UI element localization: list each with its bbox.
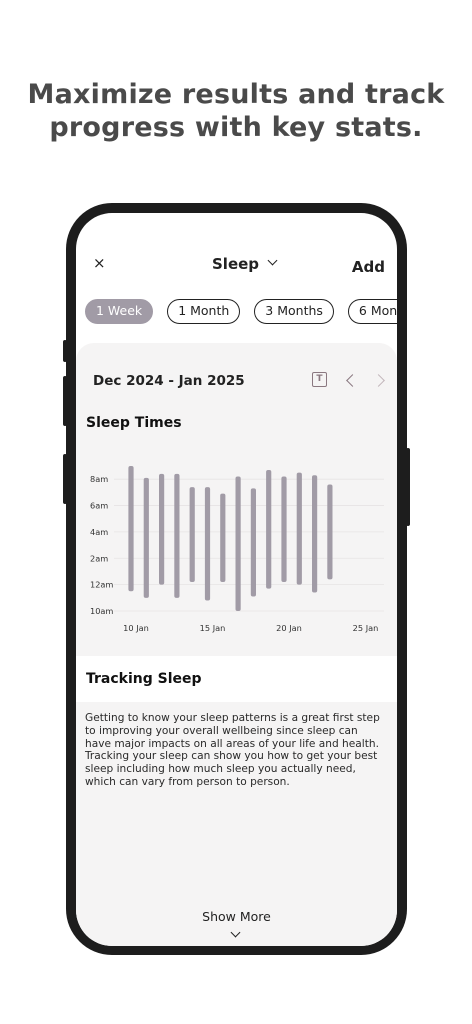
y-tick-label: 12am (90, 580, 113, 590)
chip-1-week[interactable]: 1 Week (85, 299, 154, 324)
sleep-bar[interactable] (250, 488, 256, 597)
chip-1-month[interactable]: 1 Month (167, 299, 241, 324)
x-tick-label: 10 Jan (123, 623, 149, 633)
today-icon[interactable]: T (312, 372, 327, 387)
sleep-bar[interactable] (204, 487, 211, 601)
y-tick-label: 6am (90, 501, 108, 511)
sleep-bar[interactable] (327, 484, 333, 580)
sleep-times-chart: 8am 6am 4am 2am 12am 10am 10 Jan 15 Jan 20 Jan 25… (90, 466, 384, 633)
sleep-bar[interactable] (159, 473, 165, 585)
y-tick-label: 8am (90, 474, 108, 484)
chip-6-months[interactable]: 6 Month (347, 299, 397, 324)
y-tick-label: 4am (90, 527, 108, 537)
tracking-header: Tracking Sleep (76, 656, 397, 702)
tracking-sleep-description: Getting to know your sleep patterns is a… (85, 712, 380, 788)
chevron-down-icon (267, 255, 278, 265)
sleep-bar[interactable] (189, 487, 195, 582)
sleep-bar[interactable] (281, 476, 287, 582)
period-chips: 1 Week 1 Month 3 Months 6 Month (85, 299, 397, 324)
y-tick-label: 10am (90, 606, 113, 616)
content-panel: Dec 2024 - Jan 2025 T Sleep Times 8am 6am… (76, 343, 397, 946)
sleep-bar[interactable] (174, 473, 180, 598)
chip-3-months[interactable]: 3 Months (254, 299, 334, 324)
x-tick-label: 15 Jan (200, 623, 226, 633)
x-tick-label: 20 Jan (276, 623, 302, 633)
phone-screen: × Sleep Add 1 Week 1 Month 3 Months 6 Mo… (76, 213, 397, 946)
sleep-bar[interactable] (296, 472, 302, 585)
sleep-bar[interactable] (235, 476, 241, 611)
sleep-bar[interactable] (143, 477, 149, 598)
y-tick-label: 2am (90, 553, 108, 563)
headline: Maximize results and track progress with… (27, 79, 445, 143)
metric-selector[interactable]: Sleep (212, 255, 278, 273)
close-icon[interactable]: × (93, 254, 106, 272)
sleep-bar[interactable] (128, 466, 134, 592)
sleep-bar[interactable] (312, 475, 318, 593)
x-tick-label: 25 Jan (353, 623, 379, 633)
add-button[interactable]: Add (352, 258, 385, 276)
page-title: Sleep (212, 255, 260, 273)
chevron-down-icon[interactable] (230, 927, 241, 938)
sleep-bar[interactable] (266, 469, 272, 589)
sleep-times-title: Sleep Times (86, 415, 182, 431)
chevron-right-icon[interactable] (372, 374, 385, 387)
chevron-left-icon[interactable] (346, 374, 359, 387)
sleep-bar[interactable] (220, 493, 226, 582)
show-more-button[interactable]: Show More (76, 909, 397, 924)
tracking-sleep-title: Tracking Sleep (86, 671, 202, 687)
date-range: Dec 2024 - Jan 2025 (93, 373, 245, 389)
